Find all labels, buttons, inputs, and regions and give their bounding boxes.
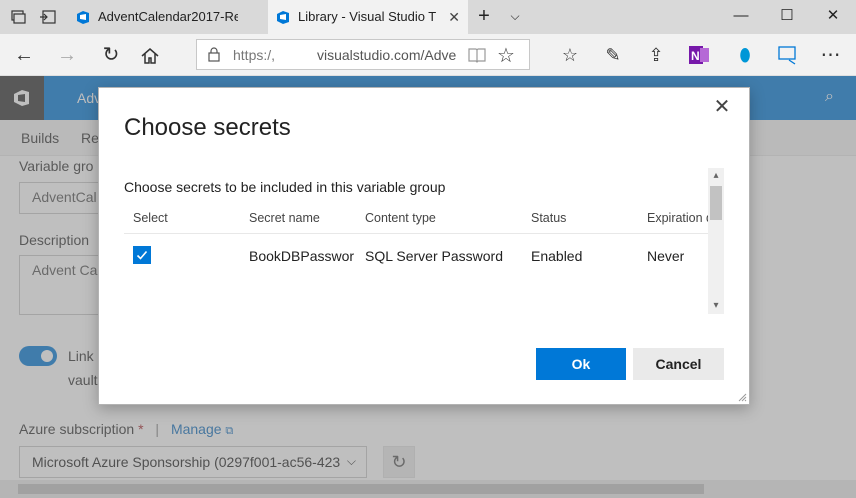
extension-icon[interactable]: ⬮ [732, 42, 758, 68]
add-favorite-star-icon[interactable]: ☆ [497, 43, 515, 68]
web-note-icon[interactable] [777, 45, 799, 65]
column-header-secret-name[interactable]: Secret name [249, 211, 320, 225]
lock-icon [208, 47, 220, 62]
home-icon[interactable] [140, 46, 160, 66]
column-header-expiration[interactable]: Expiration d [647, 211, 708, 225]
pen-notes-icon[interactable]: ✎ [600, 42, 626, 68]
forward-arrow-icon[interactable]: → [52, 40, 82, 70]
column-header-status[interactable]: Status [531, 211, 566, 225]
tab-library[interactable]: Library - Visual Studio T ✕ [268, 0, 468, 34]
column-header-select: Select [133, 211, 168, 225]
dialog-description: Choose secrets to be included in this va… [124, 179, 446, 195]
share-icon[interactable]: ⇪ [643, 42, 669, 68]
content-type-cell: SQL Server Password [365, 248, 503, 264]
new-tab-button[interactable]: + [468, 0, 500, 34]
url-scheme: https:/, [233, 47, 276, 63]
svg-text:N: N [691, 49, 700, 63]
close-tab-icon[interactable]: ✕ [448, 0, 460, 34]
tab-title: Library - Visual Studio T [298, 9, 437, 24]
scrollbar-thumb[interactable] [710, 186, 722, 220]
resize-grip-icon[interactable] [737, 392, 747, 402]
set-aside-tabs-icon[interactable] [39, 8, 57, 26]
cancel-button[interactable]: Cancel [633, 348, 724, 380]
column-header-content-type[interactable]: Content type [365, 211, 436, 225]
minimize-button[interactable]: — [718, 0, 764, 34]
grid-vertical-scrollbar[interactable]: ▴ ▾ [708, 168, 724, 314]
secret-name-cell: BookDBPasswor [249, 248, 355, 264]
header-divider [124, 233, 708, 234]
select-checkbox[interactable] [133, 246, 151, 264]
close-window-button[interactable]: ✕ [810, 0, 856, 34]
url-text: visualstudio.com/Advent [317, 47, 457, 63]
close-icon[interactable]: ✕ [711, 96, 733, 118]
more-menu-icon[interactable]: ⋯ [818, 42, 844, 68]
status-cell: Enabled [531, 248, 583, 264]
refresh-icon[interactable]: ↻ [96, 40, 126, 70]
secrets-grid: Select Secret name Content type Status E… [124, 201, 708, 314]
scroll-up-icon[interactable]: ▴ [708, 168, 724, 184]
choose-secrets-dialog: Choose secrets ✕ Choose secrets to be in… [98, 87, 750, 405]
checkmark-icon [136, 250, 148, 260]
favorites-hub-icon[interactable]: ☆ [557, 42, 583, 68]
tab-advent-calendar[interactable]: AdventCalendar2017-Ready [68, 0, 268, 34]
expiration-cell: Never [647, 248, 685, 264]
vsts-favicon-icon [277, 11, 289, 24]
scroll-down-icon[interactable]: ▾ [708, 298, 724, 314]
reading-view-icon[interactable] [467, 46, 487, 64]
onenote-icon[interactable]: N [688, 44, 710, 66]
ok-button[interactable]: Ok [536, 348, 626, 380]
tab-list-chevron-icon[interactable]: ⌵ [500, 0, 530, 34]
back-arrow-icon[interactable]: ← [9, 40, 39, 70]
maximize-button[interactable]: ☐ [764, 0, 810, 34]
address-bar[interactable]: https:/, visualstudio.com/Advent ☆ [196, 39, 530, 70]
tab-title: AdventCalendar2017-Ready [98, 9, 238, 24]
browser-tab-bar: AdventCalendar2017-Ready Library - Visua… [0, 0, 856, 34]
dialog-title: Choose secrets [124, 114, 291, 141]
browser-toolbar: ← → ↻ https:/, visualstudio.com/Advent ☆… [0, 34, 856, 76]
tab-preview-icon[interactable] [9, 8, 27, 26]
vsts-favicon-icon [77, 11, 89, 24]
